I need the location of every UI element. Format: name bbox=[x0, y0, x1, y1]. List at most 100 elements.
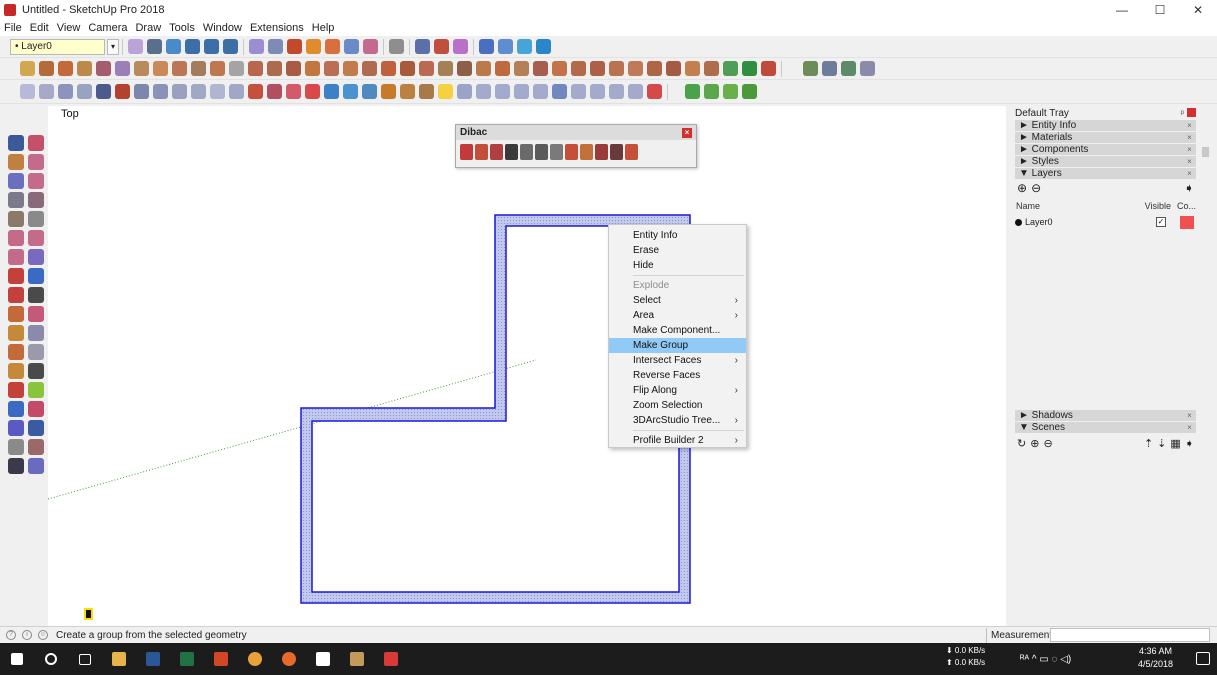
style-builder-icon[interactable] bbox=[761, 61, 776, 76]
panel-close-icon[interactable]: × bbox=[1185, 169, 1194, 178]
paint-bucket-icon[interactable] bbox=[306, 39, 321, 54]
menu-select[interactable]: Select › bbox=[609, 293, 746, 308]
rectangle-icon[interactable] bbox=[324, 61, 339, 76]
push-pull-icon[interactable] bbox=[77, 61, 92, 76]
app-button[interactable] bbox=[306, 643, 340, 675]
menu-draw[interactable]: Draw bbox=[131, 22, 165, 34]
dibac-area-icon[interactable] bbox=[609, 84, 624, 99]
two-point-arc-icon[interactable] bbox=[28, 230, 44, 246]
three-point-arc-icon[interactable] bbox=[8, 249, 24, 265]
menu-reverse-faces[interactable]: Reverse Faces bbox=[609, 368, 746, 383]
front-view-icon[interactable] bbox=[191, 84, 206, 99]
material-icon[interactable] bbox=[325, 39, 340, 54]
walk-icon[interactable] bbox=[498, 39, 513, 54]
close-button[interactable]: ✕ bbox=[1179, 0, 1217, 20]
building-icon[interactable] bbox=[223, 39, 238, 54]
freehand-tool-icon[interactable] bbox=[28, 173, 44, 189]
select-tool-icon[interactable] bbox=[20, 61, 35, 76]
menu-profile-builder[interactable]: Profile Builder 2 › bbox=[609, 433, 746, 448]
orbit-icon[interactable] bbox=[453, 39, 468, 54]
menu-window[interactable]: Window bbox=[199, 22, 246, 34]
menu-view[interactable]: View bbox=[53, 22, 85, 34]
tray-scrollbar[interactable] bbox=[1201, 135, 1210, 615]
dibac-edit-icon[interactable] bbox=[625, 144, 638, 160]
dibac-units-icon[interactable] bbox=[438, 84, 453, 99]
panel-shadows[interactable]: ► Shadows × bbox=[1015, 410, 1196, 421]
task-view-button[interactable] bbox=[68, 643, 102, 675]
menu-hide[interactable]: Hide bbox=[609, 258, 746, 273]
scene-down-icon[interactable]: ⇣ bbox=[1157, 437, 1166, 450]
geolocation-icon[interactable] bbox=[536, 39, 551, 54]
select-arrow-icon[interactable] bbox=[8, 135, 24, 151]
component-browser-icon[interactable] bbox=[147, 39, 162, 54]
geolocation-status-icon[interactable]: ? bbox=[6, 630, 16, 640]
previous-icon[interactable] bbox=[28, 420, 44, 436]
menu-camera[interactable]: Camera bbox=[84, 22, 131, 34]
menu-make-component[interactable]: Make Component... bbox=[609, 323, 746, 338]
arc-icon[interactable] bbox=[39, 61, 54, 76]
update-scene-icon[interactable]: ↻ bbox=[1017, 437, 1026, 450]
powerpoint-button[interactable] bbox=[204, 643, 238, 675]
back-edges-icon[interactable] bbox=[39, 84, 54, 99]
menu-zoom-selection[interactable]: Zoom Selection bbox=[609, 398, 746, 413]
dibac-angle-icon[interactable] bbox=[535, 144, 548, 160]
dibac-close-button[interactable]: × bbox=[682, 127, 692, 138]
panel-styles[interactable]: ► Styles × bbox=[1015, 156, 1196, 167]
freehand-icon[interactable] bbox=[58, 61, 73, 76]
dibac-stairs-tool-icon[interactable] bbox=[550, 144, 563, 160]
shaded-textures-icon[interactable] bbox=[115, 84, 130, 99]
sandbox-from-contours-icon[interactable] bbox=[419, 61, 434, 76]
header-name[interactable]: Name bbox=[1016, 201, 1040, 213]
shrub-icon[interactable] bbox=[704, 84, 719, 99]
menu-tools[interactable]: Tools bbox=[165, 22, 199, 34]
file-explorer-button[interactable] bbox=[102, 643, 136, 675]
menu-flip-along[interactable]: Flip Along › bbox=[609, 383, 746, 398]
sun-icon[interactable] bbox=[841, 61, 856, 76]
intersect-icon[interactable] bbox=[571, 61, 586, 76]
paint-bucket-icon[interactable] bbox=[8, 154, 24, 170]
trim-icon[interactable] bbox=[628, 61, 643, 76]
scale-tool-icon[interactable] bbox=[8, 306, 24, 322]
dibac-furniture-icon[interactable] bbox=[419, 84, 434, 99]
panel-scenes[interactable]: ▼ Scenes × bbox=[1015, 422, 1196, 433]
dibac-door-tool-icon[interactable] bbox=[505, 144, 518, 160]
tape-measure-tool-icon[interactable] bbox=[8, 325, 24, 341]
house-icon[interactable] bbox=[204, 39, 219, 54]
dibac-label-icon[interactable] bbox=[495, 84, 510, 99]
drawing-viewport[interactable]: Top bbox=[48, 106, 1006, 626]
zoom-window-icon[interactable] bbox=[28, 401, 44, 417]
tape-measure-icon[interactable] bbox=[191, 61, 206, 76]
panel-close-icon[interactable]: × bbox=[1185, 411, 1194, 420]
stamp-icon[interactable] bbox=[476, 61, 491, 76]
pie-icon[interactable] bbox=[381, 61, 396, 76]
scale-tool-icon[interactable] bbox=[172, 61, 187, 76]
menu-area[interactable]: Area › bbox=[609, 308, 746, 323]
polygon-icon[interactable] bbox=[362, 61, 377, 76]
previous-view-icon[interactable] bbox=[415, 39, 430, 54]
section-plane-tool-icon[interactable] bbox=[28, 458, 44, 474]
outer-shell-icon[interactable] bbox=[552, 61, 567, 76]
sandbox-icon[interactable] bbox=[344, 39, 359, 54]
dibac-delete-icon[interactable] bbox=[647, 84, 662, 99]
layout-icon[interactable] bbox=[742, 61, 757, 76]
dibac-note-icon[interactable] bbox=[514, 84, 529, 99]
text-tool-icon[interactable] bbox=[248, 61, 263, 76]
pencil-icon[interactable] bbox=[249, 39, 264, 54]
firefox-button[interactable] bbox=[272, 643, 306, 675]
panel-materials[interactable]: ► Materials × bbox=[1015, 132, 1196, 143]
hidden-line-icon[interactable] bbox=[77, 84, 92, 99]
follow-me-tool-icon[interactable] bbox=[28, 287, 44, 303]
dibac-text-icon[interactable] bbox=[476, 84, 491, 99]
shadow-icon[interactable] bbox=[803, 61, 818, 76]
style-icon[interactable] bbox=[287, 39, 302, 54]
look-around-icon[interactable] bbox=[517, 39, 532, 54]
bottom-view-icon[interactable] bbox=[267, 84, 282, 99]
dibac-dim-icon[interactable] bbox=[457, 84, 472, 99]
extension-warehouse-icon[interactable] bbox=[685, 61, 700, 76]
minimize-button[interactable]: — bbox=[1103, 0, 1141, 20]
menu-entity-info[interactable]: Entity Info bbox=[609, 228, 746, 243]
pin-icon[interactable]: ᵖ bbox=[1181, 108, 1184, 118]
subtract-icon[interactable] bbox=[609, 61, 624, 76]
panel-entity-info[interactable]: ► Entity Info × bbox=[1015, 120, 1196, 131]
zoom-extents-icon[interactable] bbox=[8, 420, 24, 436]
